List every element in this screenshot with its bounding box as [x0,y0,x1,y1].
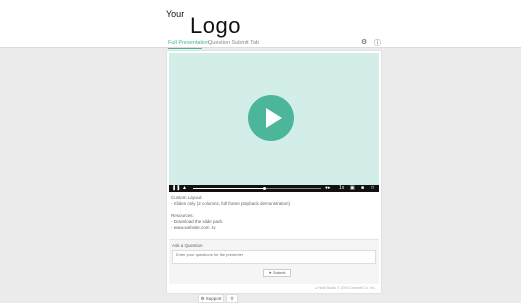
ask-question-title: Ask a Question [172,243,203,248]
support-button[interactable]: ⚙ Support [198,294,224,303]
progress-knob[interactable] [263,187,267,190]
tab-question-submit[interactable]: Question Submit Tab [208,40,259,46]
speaker-icon[interactable]: ●▸ [325,185,331,192]
presentation-panel: ❚❚ ▲ ●▸ 1x ▣ ■ □ Custom Layout: - Slides… [166,50,382,294]
support-label: Support [205,296,222,301]
play-button[interactable] [248,95,294,141]
submit-button[interactable]: ➤ Submit [263,269,291,277]
send-icon: ➤ [268,270,272,275]
progress-bar[interactable] [193,187,321,190]
speed-control[interactable]: 1x [339,185,344,192]
pause-icon[interactable]: ❚❚ [172,185,180,192]
layout-title: Custom Layout: [171,195,203,200]
resource-link[interactable]: - www.website.com .tv [171,225,216,230]
ask-question-panel: Ask a Question ➤ Submit [169,239,379,284]
tab-full-presentation[interactable]: Full Presentation [168,40,209,46]
support-icon: ⚙ [200,296,205,301]
footer-credit-text: Host Studio © 2019 Channel Co. Inc. [318,286,376,290]
question-input[interactable] [172,250,376,264]
resource-link[interactable]: - Download the slide pack [171,219,223,224]
help-icon[interactable]: ⓘ [374,38,381,48]
gear-icon[interactable]: ⚙ [361,38,367,46]
host-logo-icon: ● [315,286,318,290]
submit-label: Submit [273,270,286,275]
fullscreen-icon[interactable]: □ [371,185,374,192]
layout-description: - Slides only (2 columns, full frame pla… [171,201,291,206]
settings-button[interactable]: ⚲ [226,294,238,303]
caption-icon[interactable]: ▣ [350,185,355,192]
video-player[interactable] [169,53,379,185]
logo-text: Logo [190,13,241,38]
resources-title: Resources: [171,213,194,218]
progress-fill [193,188,265,189]
volume-icon[interactable]: ▲ [182,185,187,192]
video-controls: ❚❚ ▲ ●▸ 1x ▣ ■ □ [169,185,379,192]
settings-icon: ⚲ [230,296,234,301]
logo-small-text: Your [166,9,185,19]
footer-credit: ● Host Studio © 2019 Channel Co. Inc. [315,286,376,290]
active-tab-indicator [168,48,202,49]
layout-icon[interactable]: ■ [361,185,364,192]
top-header: Your Logo [0,0,521,48]
